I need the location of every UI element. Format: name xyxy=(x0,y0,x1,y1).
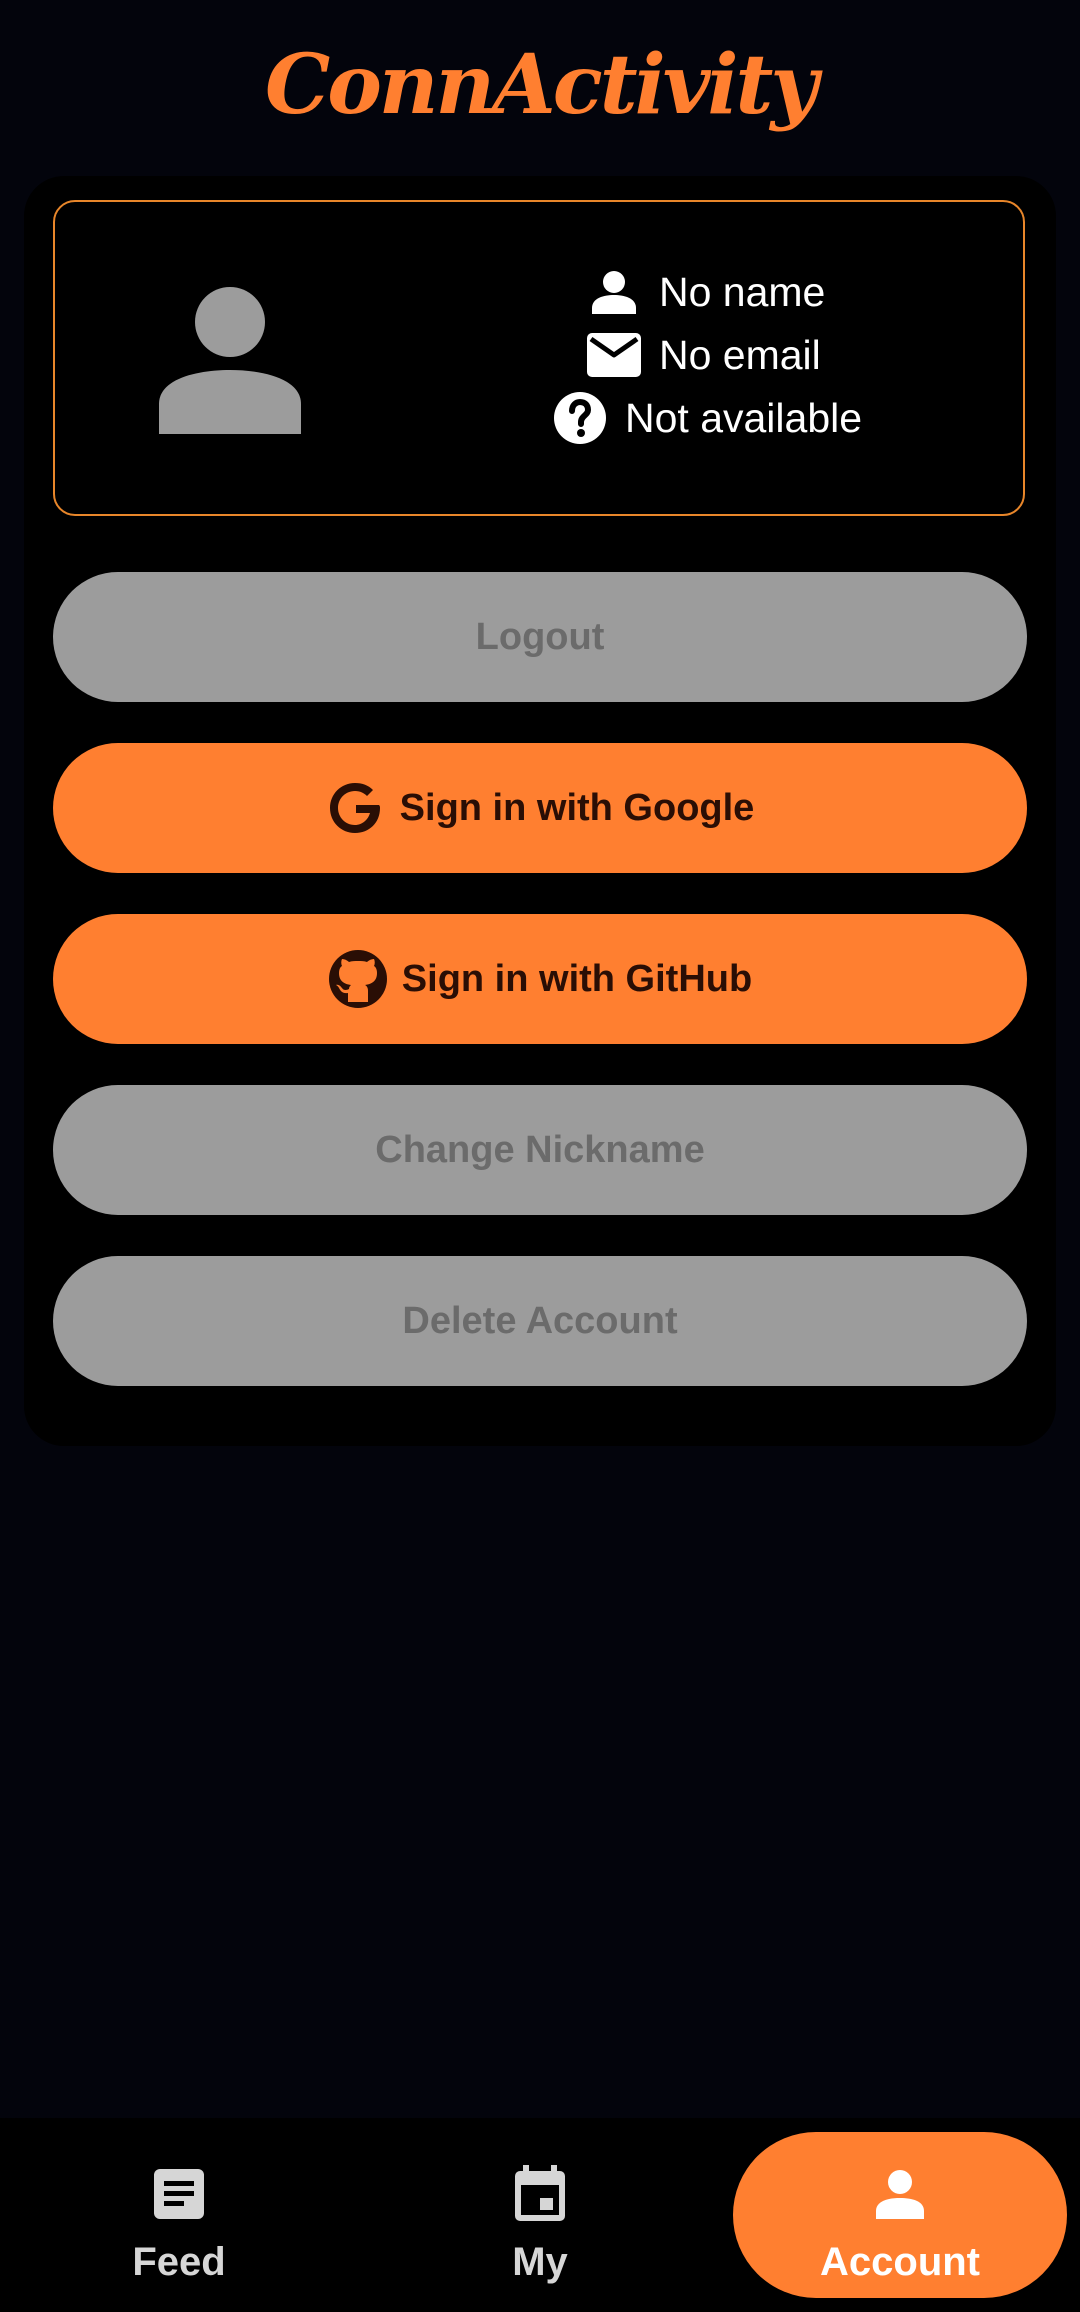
nav-my[interactable]: My xyxy=(373,2132,707,2298)
profile-email: No email xyxy=(659,331,821,378)
logout-button-label: Logout xyxy=(475,615,605,658)
article-icon xyxy=(147,2162,211,2226)
nav-my-label: My xyxy=(512,2240,568,2284)
logout-button[interactable]: Logout xyxy=(53,572,1027,702)
github-signin-label: Sign in with GitHub xyxy=(401,957,753,1000)
bottom-navigation: Feed My Account xyxy=(0,2118,1080,2312)
profile-name: No name xyxy=(659,268,826,315)
profile-status: Not available xyxy=(625,394,863,441)
person-icon xyxy=(868,2162,932,2226)
google-icon xyxy=(326,778,386,838)
change-nickname-label: Change Nickname xyxy=(375,1128,705,1171)
github-icon xyxy=(328,949,388,1009)
app-title: ConnActivity xyxy=(264,37,818,133)
github-signin-button[interactable]: Sign in with GitHub xyxy=(53,914,1027,1044)
profile-card: No name No email Not available xyxy=(53,200,1025,516)
change-nickname-button[interactable]: Change Nickname xyxy=(53,1085,1027,1215)
profile-status-row: Not available xyxy=(553,388,862,448)
google-signin-label: Sign in with Google xyxy=(399,786,755,829)
delete-account-label: Delete Account xyxy=(402,1299,678,1342)
nav-feed-label: Feed xyxy=(132,2240,226,2284)
person-icon xyxy=(587,265,641,319)
calendar-icon xyxy=(508,2162,572,2226)
nav-account-label: Account xyxy=(820,2240,980,2284)
google-signin-button[interactable]: Sign in with Google xyxy=(53,743,1027,873)
profile-email-row: No email xyxy=(587,325,821,385)
mail-icon xyxy=(587,328,641,382)
avatar-person-icon xyxy=(159,287,301,434)
delete-account-button[interactable]: Delete Account xyxy=(53,1256,1027,1386)
help-circle-icon xyxy=(553,391,607,445)
profile-name-row: No name xyxy=(587,262,825,322)
nav-account[interactable]: Account xyxy=(733,2132,1067,2298)
nav-feed[interactable]: Feed xyxy=(12,2132,346,2298)
